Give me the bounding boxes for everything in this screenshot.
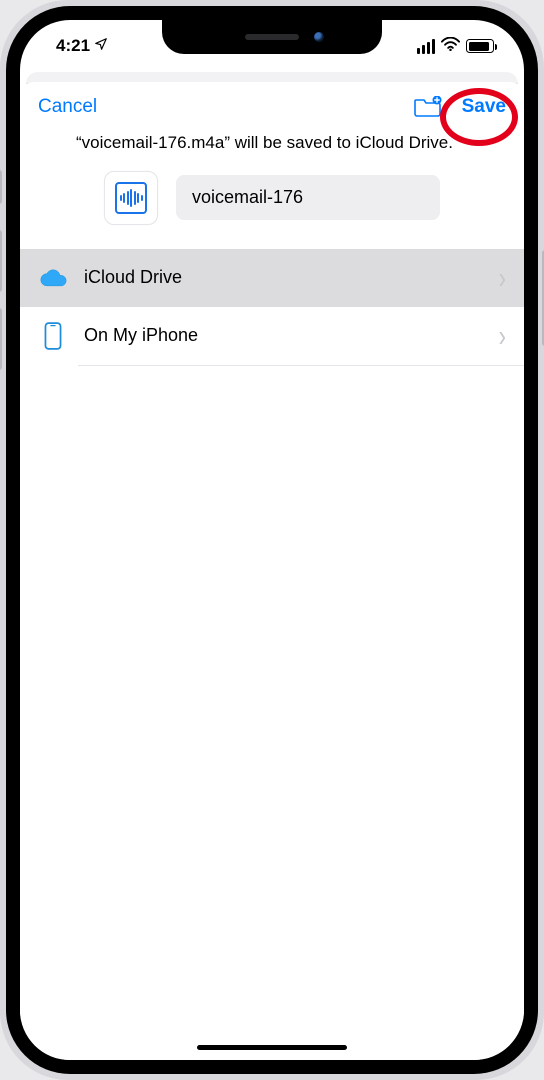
- iphone-icon: [38, 321, 68, 351]
- status-left: 4:21: [48, 36, 108, 56]
- location-list: iCloud Drive › On My iPhone ›: [20, 249, 524, 366]
- mute-switch: [0, 170, 2, 204]
- new-folder-button[interactable]: [414, 96, 442, 118]
- save-to-files-sheet: Cancel Save “voicemail-176.m4a” will be …: [20, 82, 524, 1060]
- modal-nav-bar: Cancel Save: [20, 82, 524, 126]
- phone-frame: 4:21: [0, 0, 544, 1080]
- location-row-on-my-iphone[interactable]: On My iPhone ›: [20, 307, 524, 365]
- status-right: [417, 36, 496, 56]
- file-preview-row: [20, 169, 524, 249]
- audio-waveform-icon: [115, 182, 147, 214]
- phone-body: 4:21: [6, 6, 538, 1074]
- new-folder-icon: [414, 96, 442, 118]
- volume-up-button: [0, 230, 2, 292]
- chevron-right-icon: ›: [499, 318, 506, 354]
- location-label: On My iPhone: [84, 325, 483, 346]
- save-prompt-text: “voicemail-176.m4a” will be saved to iCl…: [20, 126, 524, 169]
- home-indicator[interactable]: [197, 1045, 347, 1050]
- cloud-icon: [38, 263, 68, 293]
- file-thumbnail: [104, 171, 158, 225]
- location-label: iCloud Drive: [84, 267, 483, 288]
- separator: [78, 365, 524, 366]
- chevron-right-icon: ›: [499, 260, 506, 296]
- cancel-button[interactable]: Cancel: [38, 96, 97, 118]
- location-icon: [94, 36, 108, 56]
- screen: 4:21: [20, 20, 524, 1060]
- front-camera: [314, 32, 324, 42]
- wifi-icon: [441, 36, 460, 56]
- speaker: [245, 34, 299, 40]
- volume-down-button: [0, 308, 2, 370]
- notch: [162, 20, 382, 54]
- save-button[interactable]: Save: [462, 96, 506, 118]
- location-row-icloud-drive[interactable]: iCloud Drive ›: [20, 249, 524, 307]
- battery-icon: [466, 39, 494, 53]
- status-time: 4:21: [56, 36, 90, 56]
- filename-input[interactable]: [176, 175, 440, 220]
- cellular-signal-icon: [417, 39, 435, 54]
